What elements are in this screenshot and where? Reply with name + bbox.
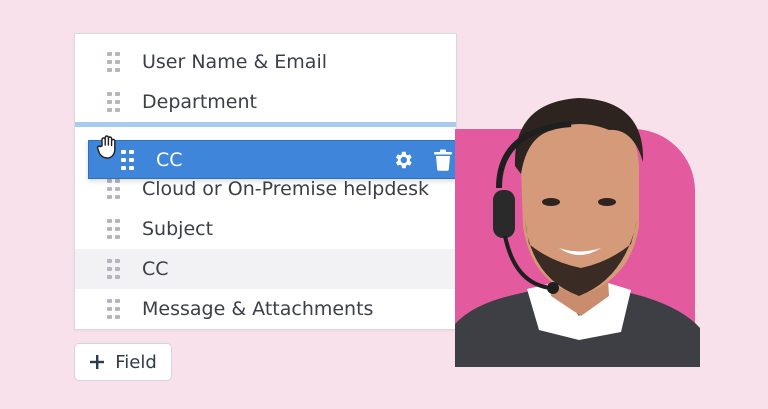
list-item[interactable]: Department (75, 82, 456, 122)
trash-icon[interactable] (431, 148, 455, 172)
add-field-label: Field (115, 351, 157, 373)
drag-handle-icon[interactable] (107, 219, 120, 239)
list-item[interactable]: CC (75, 249, 456, 289)
dragged-field-item[interactable]: CC (88, 140, 472, 179)
drag-handle-icon[interactable] (107, 299, 120, 319)
dragged-field-label: CC (156, 148, 183, 171)
plus-icon (90, 355, 105, 369)
form-field-list: User Name & Email Department Cloud or On… (74, 33, 457, 330)
drag-handle-icon[interactable] (107, 179, 120, 199)
field-label: CC (142, 258, 169, 280)
drop-indicator (75, 122, 456, 127)
add-field-button[interactable]: Field (74, 343, 172, 381)
drag-handle-icon[interactable] (107, 52, 120, 72)
list-item[interactable]: Message & Attachments (75, 289, 456, 329)
field-label: User Name & Email (142, 51, 328, 73)
field-label: Department (142, 91, 257, 113)
drag-handle-icon[interactable] (121, 149, 134, 170)
drag-handle-icon[interactable] (107, 259, 120, 279)
field-label: Cloud or On-Premise helpdesk (142, 178, 429, 200)
grab-hand-icon (96, 135, 116, 159)
list-item[interactable]: User Name & Email (75, 42, 456, 82)
list-item[interactable]: Subject (75, 209, 456, 249)
field-label: Subject (142, 218, 214, 240)
support-agent-photo (455, 98, 700, 367)
drag-handle-icon[interactable] (107, 92, 120, 112)
field-label: Message & Attachments (142, 298, 374, 320)
gear-icon[interactable] (391, 148, 415, 172)
